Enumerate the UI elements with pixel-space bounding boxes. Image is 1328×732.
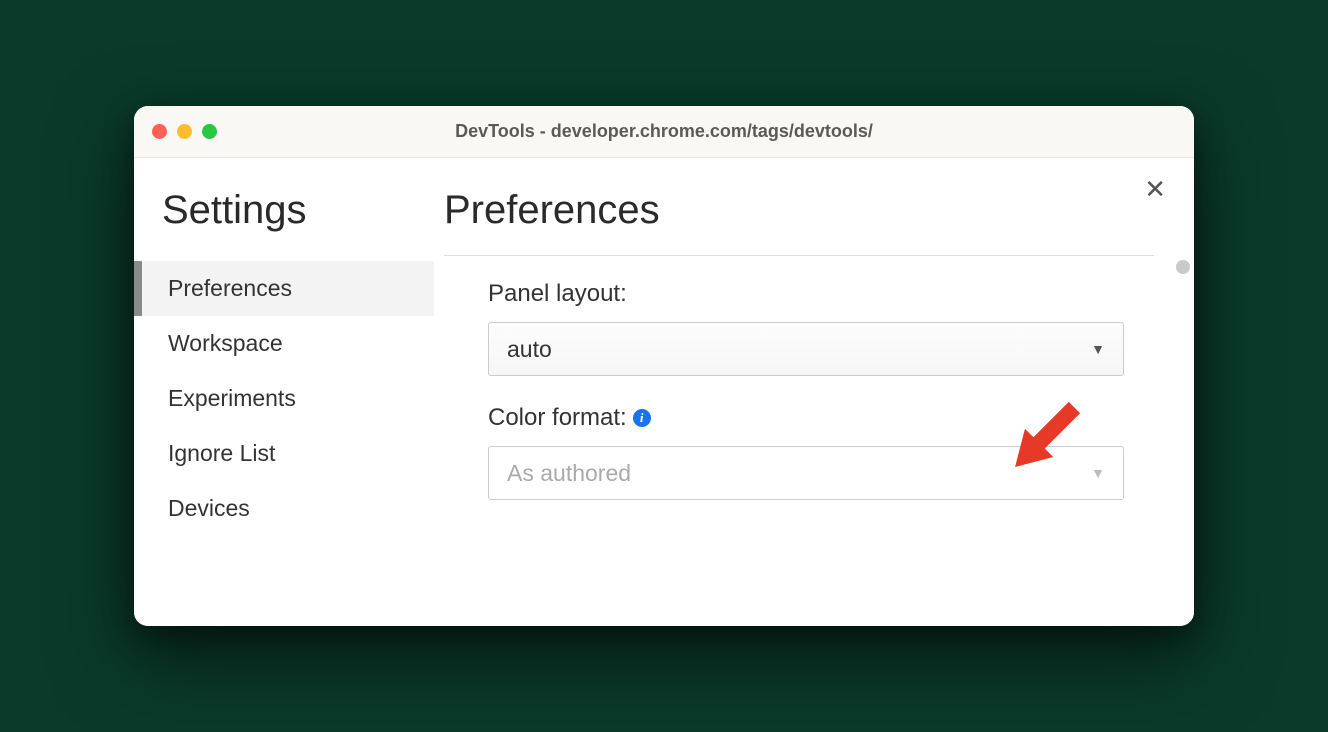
scrollbar[interactable] [1176,260,1190,616]
form-section: Panel layout: auto ▼ Color format: i As … [444,280,1154,500]
divider [444,255,1154,256]
select-value: auto [507,336,552,363]
info-icon[interactable]: i [633,409,651,427]
color-format-select[interactable]: As authored ▼ [488,446,1124,500]
titlebar: DevTools - developer.chrome.com/tags/dev… [134,106,1194,158]
preferences-panel: Preferences Panel layout: auto ▼ Color f… [434,158,1194,626]
maximize-window-button[interactable] [202,124,217,139]
settings-sidebar: Settings Preferences Workspace Experimen… [134,158,434,626]
sidebar-item-devices[interactable]: Devices [134,481,434,536]
chevron-down-icon: ▼ [1091,341,1105,357]
window-title: DevTools - developer.chrome.com/tags/dev… [134,121,1194,142]
label-text: Color format: [488,404,627,432]
sidebar-item-label: Preferences [168,275,292,301]
sidebar-item-ignore-list[interactable]: Ignore List [134,426,434,481]
scrollbar-thumb[interactable] [1176,260,1190,274]
label-text: Panel layout: [488,280,627,308]
sidebar-item-workspace[interactable]: Workspace [134,316,434,371]
sidebar-item-label: Devices [168,495,250,521]
panel-heading: Preferences [444,188,1154,233]
panel-layout-select[interactable]: auto ▼ [488,322,1124,376]
devtools-settings-window: DevTools - developer.chrome.com/tags/dev… [134,106,1194,626]
sidebar-heading: Settings [162,188,434,233]
chevron-down-icon: ▼ [1091,465,1105,481]
sidebar-item-label: Ignore List [168,440,275,466]
color-format-label: Color format: i [488,404,1124,432]
sidebar-item-label: Experiments [168,385,296,411]
close-window-button[interactable] [152,124,167,139]
minimize-window-button[interactable] [177,124,192,139]
sidebar-item-experiments[interactable]: Experiments [134,371,434,426]
sidebar-item-preferences[interactable]: Preferences [134,261,434,316]
traffic-lights [152,124,217,139]
panel-layout-label: Panel layout: [488,280,1124,308]
content-area: ✕ Settings Preferences Workspace Experim… [134,158,1194,626]
select-value: As authored [507,460,631,487]
sidebar-item-label: Workspace [168,330,283,356]
